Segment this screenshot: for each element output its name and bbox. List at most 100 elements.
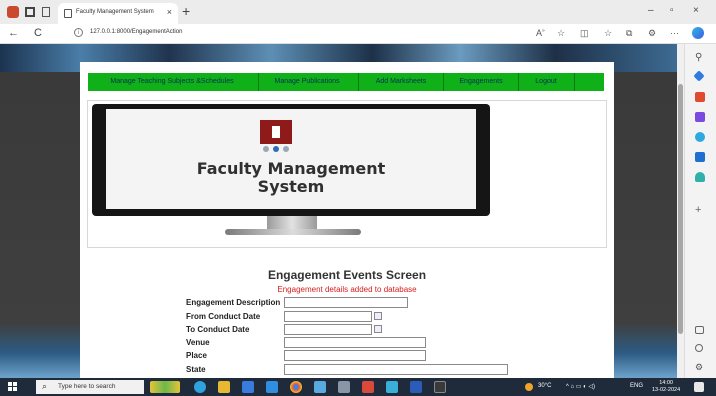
file-explorer-icon[interactable] bbox=[218, 381, 230, 393]
app-icon[interactable] bbox=[386, 381, 398, 393]
logo-dot bbox=[273, 146, 279, 152]
from-date-input[interactable] bbox=[284, 311, 372, 322]
shopping-icon[interactable] bbox=[693, 70, 705, 82]
start-pane bbox=[13, 382, 17, 386]
book-icon bbox=[272, 126, 280, 138]
word-icon[interactable] bbox=[410, 381, 422, 393]
menu-item-marksheets[interactable]: Add Marksheets bbox=[368, 73, 434, 91]
to-date-input[interactable] bbox=[284, 324, 372, 335]
page-content: Manage Teaching Subjects &Schedules Mana… bbox=[80, 62, 614, 378]
system-clock[interactable]: 14:00 13-02-2024 bbox=[652, 380, 680, 394]
windows-start-icon[interactable] bbox=[8, 382, 18, 392]
site-info-icon[interactable]: i bbox=[74, 28, 83, 37]
language-indicator[interactable]: ENG bbox=[630, 383, 643, 389]
menu-item-publications[interactable]: Manage Publications bbox=[264, 73, 350, 91]
browser-tab[interactable]: Faculty Management System × bbox=[58, 3, 178, 24]
url-field[interactable]: i 127.0.0.1:8000/EngagementAction bbox=[62, 27, 522, 41]
menu-separator bbox=[518, 73, 519, 91]
read-aloud-icon[interactable]: A» bbox=[536, 28, 545, 38]
calendar-icon[interactable] bbox=[374, 325, 382, 333]
place-input[interactable] bbox=[284, 350, 426, 361]
menu-item-teaching-subjects[interactable]: Manage Teaching Subjects &Schedules bbox=[92, 73, 252, 91]
weather-icon[interactable] bbox=[525, 383, 533, 391]
scrollbar-thumb[interactable] bbox=[678, 84, 683, 334]
banner-title-line1: Faculty Management bbox=[196, 159, 386, 178]
app-icon[interactable] bbox=[362, 381, 374, 393]
back-button[interactable]: ← bbox=[8, 27, 19, 39]
close-window-button[interactable]: × bbox=[693, 5, 699, 16]
menu-item-logout[interactable]: Logout bbox=[526, 73, 566, 91]
maximize-button[interactable]: ▫ bbox=[670, 5, 674, 16]
chrome-icon[interactable] bbox=[290, 381, 302, 393]
venue-input[interactable] bbox=[284, 337, 426, 348]
more-menu-button[interactable]: ··· bbox=[670, 28, 679, 38]
notifications-icon[interactable] bbox=[694, 382, 704, 392]
taskbar-search-input[interactable]: ⌕ Type here to search bbox=[36, 380, 144, 394]
extensions-icon[interactable]: ⚙ bbox=[648, 28, 656, 39]
page-scrollbar[interactable] bbox=[677, 44, 684, 378]
menu-item-engagements[interactable]: Engagements bbox=[450, 73, 512, 91]
logo-dot bbox=[283, 146, 289, 152]
profile-icon[interactable] bbox=[7, 6, 19, 18]
app-icon[interactable] bbox=[338, 381, 350, 393]
search-icon[interactable]: ⚲ bbox=[695, 52, 705, 63]
outlook-icon[interactable] bbox=[695, 152, 705, 162]
tab-actions-icon[interactable] bbox=[25, 7, 35, 17]
logo-dot bbox=[263, 146, 269, 152]
monitor-base bbox=[225, 229, 361, 235]
external-link-icon[interactable] bbox=[695, 344, 703, 352]
tab-close-icon[interactable]: × bbox=[167, 7, 172, 17]
engagement-description-label: Engagement Description bbox=[186, 298, 281, 307]
minimize-button[interactable]: – bbox=[648, 5, 654, 16]
store-icon[interactable] bbox=[242, 381, 254, 393]
state-input[interactable] bbox=[284, 364, 508, 375]
add-icon[interactable]: + bbox=[695, 204, 705, 216]
to-date-label: To Conduct Date bbox=[186, 325, 250, 334]
favorites-icon[interactable]: ☆ bbox=[604, 28, 612, 39]
microsoft-365-icon[interactable] bbox=[695, 132, 705, 142]
settings-icon[interactable]: ⚙ bbox=[695, 362, 705, 372]
page-viewport: Manage Teaching Subjects &Schedules Mana… bbox=[0, 44, 677, 378]
split-screen-icon[interactable]: ◫ bbox=[580, 28, 589, 39]
mail-icon[interactable] bbox=[266, 381, 278, 393]
sidebar-layout-icon[interactable] bbox=[695, 326, 704, 334]
new-tab-button[interactable]: + bbox=[182, 4, 190, 18]
status-message: Engagement details added to database bbox=[277, 285, 417, 294]
workspaces-icon[interactable] bbox=[42, 7, 50, 17]
address-bar-row: ← C i 127.0.0.1:8000/EngagementAction A»… bbox=[0, 24, 716, 44]
drop-icon[interactable] bbox=[695, 172, 705, 182]
state-label: State bbox=[186, 365, 206, 374]
menu-separator bbox=[258, 73, 259, 91]
edge-sidebar: ⚲ + ⚙ bbox=[684, 44, 716, 378]
tab-title: Faculty Management System bbox=[76, 9, 154, 15]
app-icon[interactable] bbox=[314, 381, 326, 393]
start-pane bbox=[13, 387, 17, 391]
url-text[interactable]: 127.0.0.1:8000/EngagementAction bbox=[90, 29, 182, 35]
monitor-screen: Faculty Management System bbox=[106, 109, 476, 209]
temperature-text[interactable]: 30°C bbox=[538, 383, 551, 389]
banner: Faculty Management System bbox=[87, 100, 607, 248]
monitor-image: Faculty Management System bbox=[92, 104, 490, 216]
calendar-icon[interactable] bbox=[374, 312, 382, 320]
start-pane bbox=[8, 382, 12, 386]
monitor-stand bbox=[267, 216, 317, 230]
menu-separator bbox=[574, 73, 575, 91]
search-highlight-icon[interactable] bbox=[150, 381, 180, 393]
main-menu: Manage Teaching Subjects &Schedules Mana… bbox=[88, 73, 604, 91]
star-icon[interactable]: ☆ bbox=[557, 28, 565, 39]
tray-icons[interactable]: ^ ⌂ ▭ ◐ ◁) bbox=[566, 383, 595, 390]
taskbar-search-placeholder: Type here to search bbox=[58, 383, 116, 390]
copilot-icon[interactable] bbox=[692, 27, 704, 39]
windows-taskbar: ⌕ Type here to search 30°C ^ ⌂ ▭ ◐ ◁) EN… bbox=[0, 378, 716, 396]
menu-separator bbox=[443, 73, 444, 91]
browser-titlebar: Faculty Management System × + – ▫ × bbox=[0, 0, 716, 24]
terminal-icon[interactable] bbox=[434, 381, 446, 393]
edge-app-icon[interactable] bbox=[194, 381, 206, 393]
tools-icon[interactable] bbox=[695, 92, 705, 102]
engagement-description-input[interactable] bbox=[284, 297, 408, 308]
refresh-button[interactable]: C bbox=[34, 27, 42, 39]
place-label: Place bbox=[186, 351, 207, 360]
games-icon[interactable] bbox=[695, 112, 705, 122]
start-pane bbox=[8, 387, 12, 391]
collections-icon[interactable]: ⧉ bbox=[626, 28, 632, 39]
